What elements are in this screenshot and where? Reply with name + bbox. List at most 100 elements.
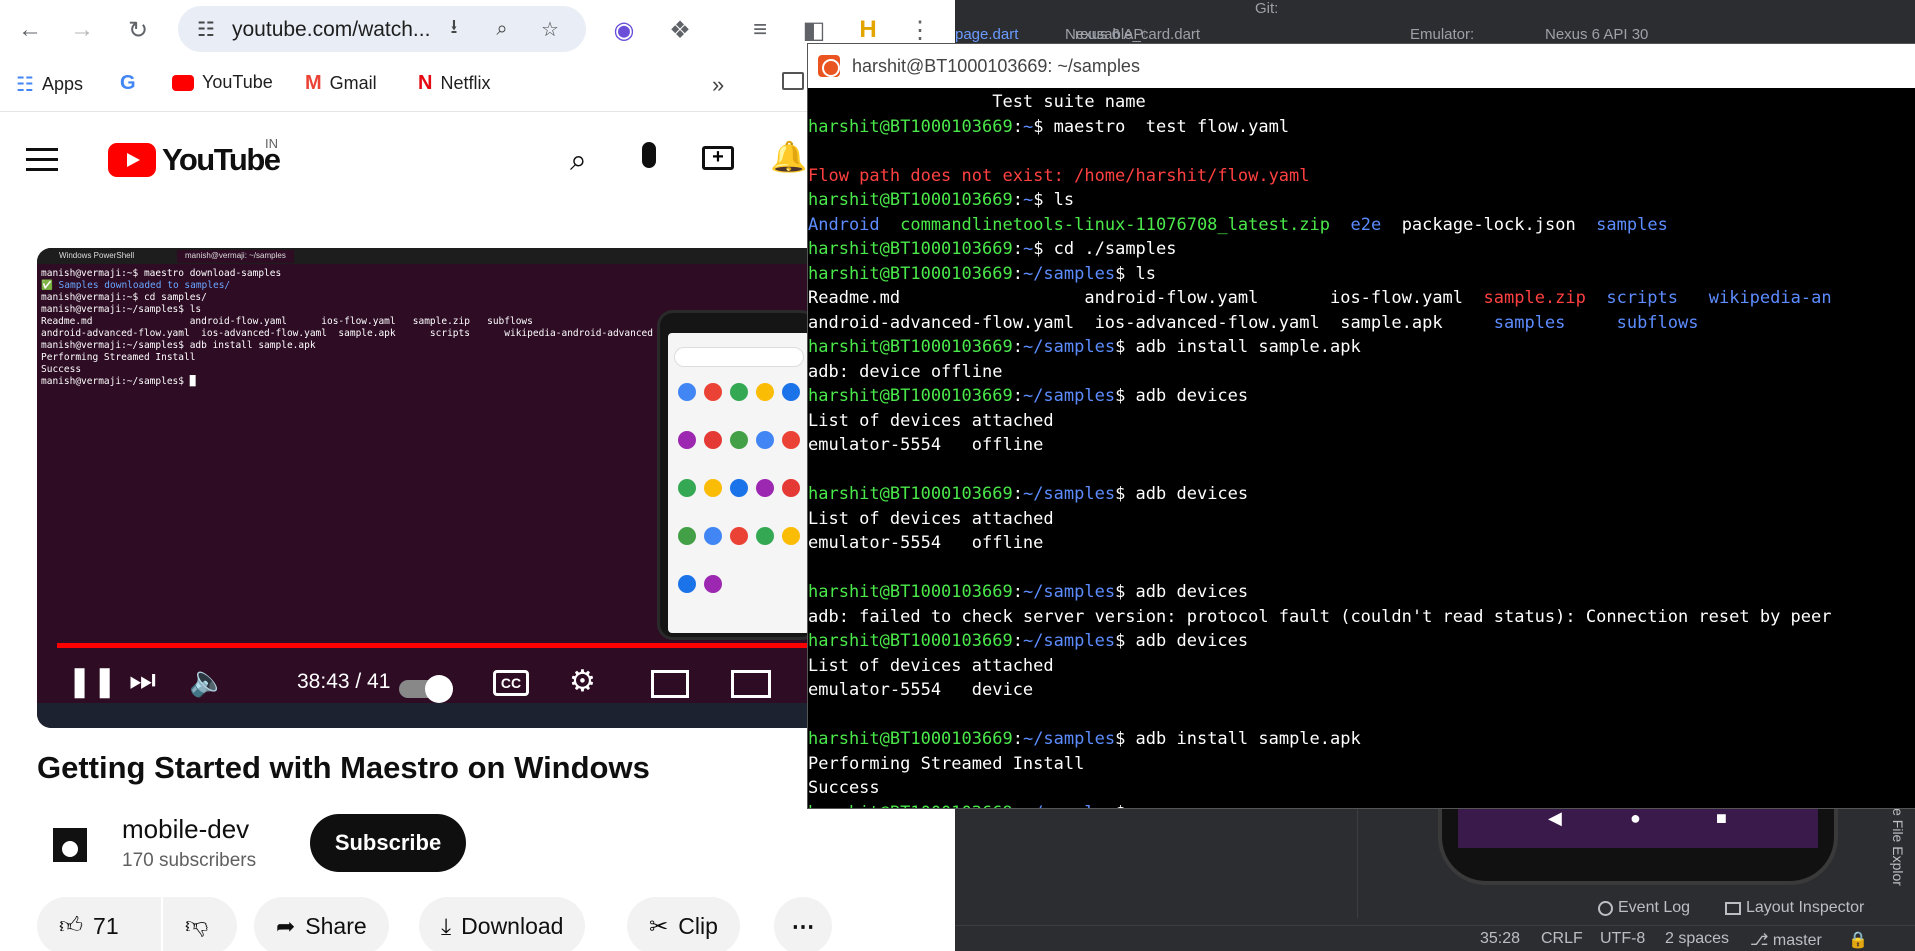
event-log-tool[interactable]: Event Log bbox=[1598, 899, 1690, 917]
ide-emulator-device[interactable]: Nexus 6 API 30 bbox=[1545, 26, 1695, 44]
media-queue-icon[interactable]: ≡ bbox=[742, 12, 778, 48]
video-phone-app-icon bbox=[678, 431, 696, 449]
terminal-text-segment: harshit@BT1000103669 bbox=[808, 116, 1013, 137]
terminal-text-segment: $ adb devices bbox=[1115, 386, 1249, 406]
create-video-icon[interactable]: + bbox=[702, 146, 734, 170]
zoom-icon[interactable]: ⌕ bbox=[488, 15, 516, 43]
channel-avatar[interactable] bbox=[37, 812, 103, 878]
recents-nav-icon[interactable]: ■ bbox=[1716, 808, 1727, 829]
indent-setting[interactable]: 2 spaces bbox=[1665, 930, 1729, 948]
share-label: Share bbox=[305, 912, 367, 939]
settings-gear-icon[interactable]: ⚙ bbox=[569, 664, 596, 699]
voice-search-icon[interactable] bbox=[642, 142, 656, 168]
youtube-icon bbox=[172, 74, 194, 91]
h-extension-icon[interactable]: H bbox=[850, 12, 886, 48]
terminal-text-segment: wikipedia-an bbox=[1708, 288, 1832, 308]
terminal-line: adb: device offline bbox=[808, 360, 1002, 384]
copilot-extension-icon[interactable]: ◉ bbox=[606, 12, 642, 48]
home-nav-icon[interactable]: ● bbox=[1630, 808, 1641, 829]
ide-tab-reusable-card[interactable]: reusable_card.dart bbox=[1075, 26, 1225, 44]
terminal-text-segment: ~/samples bbox=[1022, 582, 1116, 602]
terminal-text-segment: : bbox=[1012, 729, 1023, 749]
terminal-text-segment: adb: device offline bbox=[808, 361, 1003, 382]
cursor-position[interactable]: 35:28 bbox=[1480, 930, 1520, 948]
subscribe-button[interactable]: Subscribe bbox=[310, 814, 466, 872]
channel-name[interactable]: mobile-dev bbox=[122, 814, 249, 845]
forward-arrow-icon[interactable]: → bbox=[64, 12, 100, 48]
bookmark-apps[interactable]: ☷ Apps bbox=[16, 72, 83, 97]
more-bookmarks-icon[interactable]: » bbox=[712, 72, 724, 98]
video-terminal-output: manish@vermaji:~$ maestro download-sampl… bbox=[41, 268, 653, 388]
video-tab-ubuntu: manish@vermaji: ~/samples bbox=[177, 250, 294, 263]
terminal-text-segment: : bbox=[1012, 190, 1023, 210]
notifications-bell-icon[interactable]: 🔔 bbox=[770, 140, 807, 175]
volume-icon[interactable]: 🔈 bbox=[189, 664, 226, 699]
share-button[interactable]: ➦ Share bbox=[254, 897, 389, 951]
terminal-output[interactable]: Test suite name harshit@BT1000103669:~$ m… bbox=[808, 88, 1915, 808]
git-branch[interactable]: ⎇ master bbox=[1750, 930, 1822, 950]
terminal-text-segment: harshit@BT1000103669 bbox=[808, 729, 1013, 749]
gmail-icon: M bbox=[305, 72, 322, 94]
layout-inspector-tool[interactable]: Layout Inspector bbox=[1725, 899, 1864, 917]
pause-icon[interactable]: ❚❚ bbox=[67, 664, 117, 699]
terminal-line: emulator-5554 offline bbox=[808, 531, 1043, 555]
bookmark-youtube[interactable]: YouTube bbox=[172, 72, 273, 93]
clip-button[interactable]: ✂ Clip bbox=[627, 897, 740, 951]
terminal-text-segment: commandlinetools-linux-11076708_latest.z… bbox=[900, 214, 1331, 235]
terminal-line: emulator-5554 offline bbox=[808, 433, 1043, 457]
scissors-icon: ✂ bbox=[649, 912, 669, 939]
hamburger-menu-icon[interactable] bbox=[26, 148, 58, 171]
terminal-text-segment: harshit@BT1000103669 bbox=[808, 582, 1013, 602]
terminal-text-segment: $ cd ./samples bbox=[1033, 239, 1177, 259]
download-button[interactable]: ⤓ Download bbox=[419, 897, 586, 951]
terminal-titlebar[interactable]: harshit@BT1000103669: ~/samples bbox=[808, 44, 1915, 88]
reload-icon[interactable]: ↻ bbox=[120, 12, 156, 48]
dislike-button[interactable]: 👎︎ bbox=[163, 897, 237, 951]
region-code: IN bbox=[265, 136, 278, 151]
search-icon[interactable]: ⌕ bbox=[570, 144, 587, 178]
ide-emulator-label: Emulator: bbox=[1410, 26, 1475, 43]
theater-mode-icon[interactable] bbox=[731, 670, 771, 698]
address-bar[interactable]: ☷ youtube.com/watch... ⭳ ⌕ ☆ bbox=[178, 6, 586, 52]
more-actions-button[interactable]: ⋯ bbox=[774, 897, 832, 951]
line-separator[interactable]: CRLF bbox=[1541, 930, 1583, 948]
file-encoding[interactable]: UTF-8 bbox=[1600, 930, 1645, 948]
terminal-text-segment: subflows bbox=[1616, 312, 1699, 333]
site-settings-icon[interactable]: ☷ bbox=[192, 15, 220, 43]
bookmark-gmail[interactable]: M Gmail bbox=[305, 72, 377, 95]
terminal-text-segment: package-lock.json bbox=[1381, 214, 1597, 235]
video-terminal-line: manish@vermaji:~$ cd samples/ bbox=[41, 292, 207, 303]
next-video-icon[interactable]: ⏭ bbox=[129, 664, 156, 698]
terminal-text-segment: ~/samples bbox=[1022, 263, 1116, 284]
ubuntu-icon bbox=[818, 55, 840, 77]
install-app-icon[interactable]: ⭳ bbox=[440, 15, 468, 43]
device-file-explorer-tab[interactable]: le File Explor bbox=[1890, 805, 1906, 886]
bookmark-google[interactable]: G bbox=[120, 72, 136, 95]
back-arrow-icon[interactable]: ← bbox=[12, 12, 48, 48]
terminal-text-segment: harshit@BT1000103669 bbox=[808, 263, 1013, 284]
ide-tab-page-dart[interactable]: page.dart bbox=[955, 26, 1025, 44]
miniplayer-icon[interactable] bbox=[651, 670, 689, 698]
back-nav-icon[interactable]: ◀ bbox=[1548, 808, 1562, 829]
terminal-line: adb: failed to check server version: pro… bbox=[808, 605, 1832, 629]
chrome-menu-icon[interactable]: ⋮ bbox=[902, 12, 938, 48]
url-text[interactable]: youtube.com/watch... bbox=[232, 18, 430, 42]
extensions-puzzle-icon[interactable]: ❖ bbox=[662, 12, 698, 48]
terminal-text-segment: Test suite name bbox=[808, 92, 1146, 112]
lock-icon[interactable]: 🔒 bbox=[1848, 930, 1868, 950]
video-terminal-line: manish@vermaji:~/samples$ adb install sa… bbox=[41, 340, 316, 351]
bookmark-star-icon[interactable]: ☆ bbox=[536, 15, 564, 43]
autoplay-toggle[interactable] bbox=[399, 675, 453, 703]
terminal-window[interactable]: harshit@BT1000103669: ~/samples Test sui… bbox=[808, 44, 1915, 808]
side-panel-icon[interactable]: ◧ bbox=[796, 12, 832, 48]
video-phone-app-icon bbox=[756, 431, 774, 449]
git-branch-label: master bbox=[1772, 932, 1822, 949]
bookmark-netflix[interactable]: N Netflix bbox=[418, 72, 490, 95]
terminal-text-segment: ~/samples bbox=[1022, 484, 1116, 504]
folder-icon[interactable] bbox=[782, 72, 804, 90]
subtitles-cc-icon[interactable]: CC bbox=[493, 670, 529, 696]
youtube-logo[interactable]: YouTube bbox=[108, 142, 281, 178]
share-arrow-icon: ➦ bbox=[276, 912, 296, 939]
like-button[interactable]: 👍︎ 71 bbox=[37, 897, 161, 951]
terminal-text-segment: Success bbox=[808, 778, 880, 798]
